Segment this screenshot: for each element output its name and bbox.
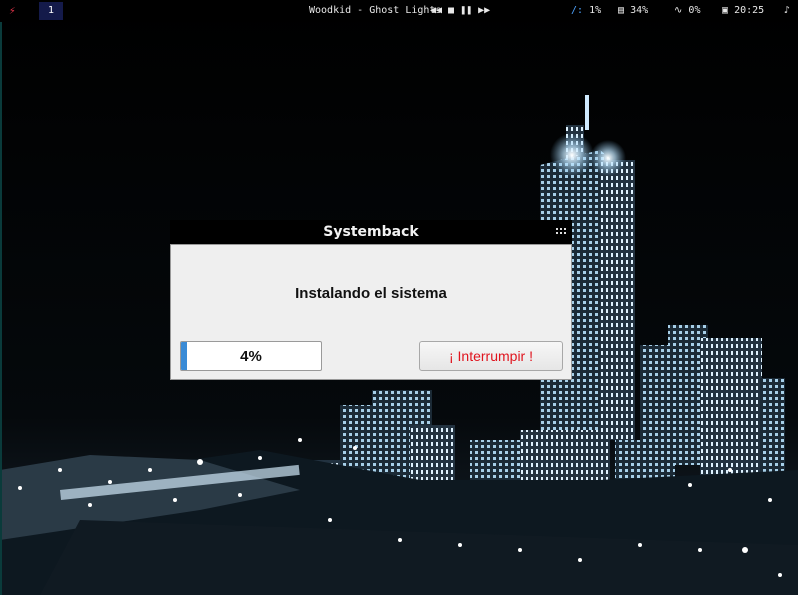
cpu-icon: /:: [571, 5, 584, 16]
cpu-value: 1%: [589, 5, 602, 16]
install-dialog: Instalando el sistema 4% ¡ Interrumpir !: [170, 244, 572, 380]
stop-icon[interactable]: ■: [448, 0, 454, 22]
pause-icon[interactable]: ❚❚: [460, 0, 472, 22]
cpu-indicator: /: 1%: [571, 0, 601, 22]
memory-value: 34%: [630, 5, 649, 16]
fast-forward-icon[interactable]: ▶▶: [478, 0, 490, 22]
media-controls: ◀◀ ■ ❚❚ ▶▶: [430, 0, 490, 22]
workspace-indicator[interactable]: 1: [39, 2, 63, 20]
window-title: Systemback: [323, 224, 419, 240]
memory-icon: ▤: [618, 5, 625, 16]
top-panel: ⚡︎ 1 Woodkid - Ghost Lights ◀◀ ■ ❚❚ ▶▶ /…: [0, 0, 798, 22]
status-message: Instalando el sistema: [295, 285, 447, 302]
now-playing-label: Woodkid - Ghost Lights: [309, 5, 442, 16]
activity-icon: ∿: [674, 5, 683, 16]
window-titlebar[interactable]: Systemback: [170, 220, 572, 244]
rewind-icon[interactable]: ◀◀: [430, 0, 442, 22]
memory-indicator: ▤ 34%: [618, 0, 648, 22]
window-menu-icon[interactable]: [556, 226, 566, 236]
progress-label: 4%: [240, 348, 262, 365]
power-icon[interactable]: ⚡︎: [9, 0, 16, 22]
interrupt-button[interactable]: ¡ Interrumpir !: [419, 341, 563, 371]
install-progress-bar: 4%: [180, 341, 322, 371]
screen-edge: [0, 22, 2, 595]
volume-icon[interactable]: ♪: [784, 0, 790, 22]
clock-indicator[interactable]: ▣ 20:25: [722, 0, 764, 22]
calendar-icon: ▣: [722, 5, 729, 16]
network-indicator: ∿ 0%: [674, 0, 700, 22]
clock-value: 20:25: [734, 5, 765, 16]
network-value: 0%: [688, 5, 701, 16]
